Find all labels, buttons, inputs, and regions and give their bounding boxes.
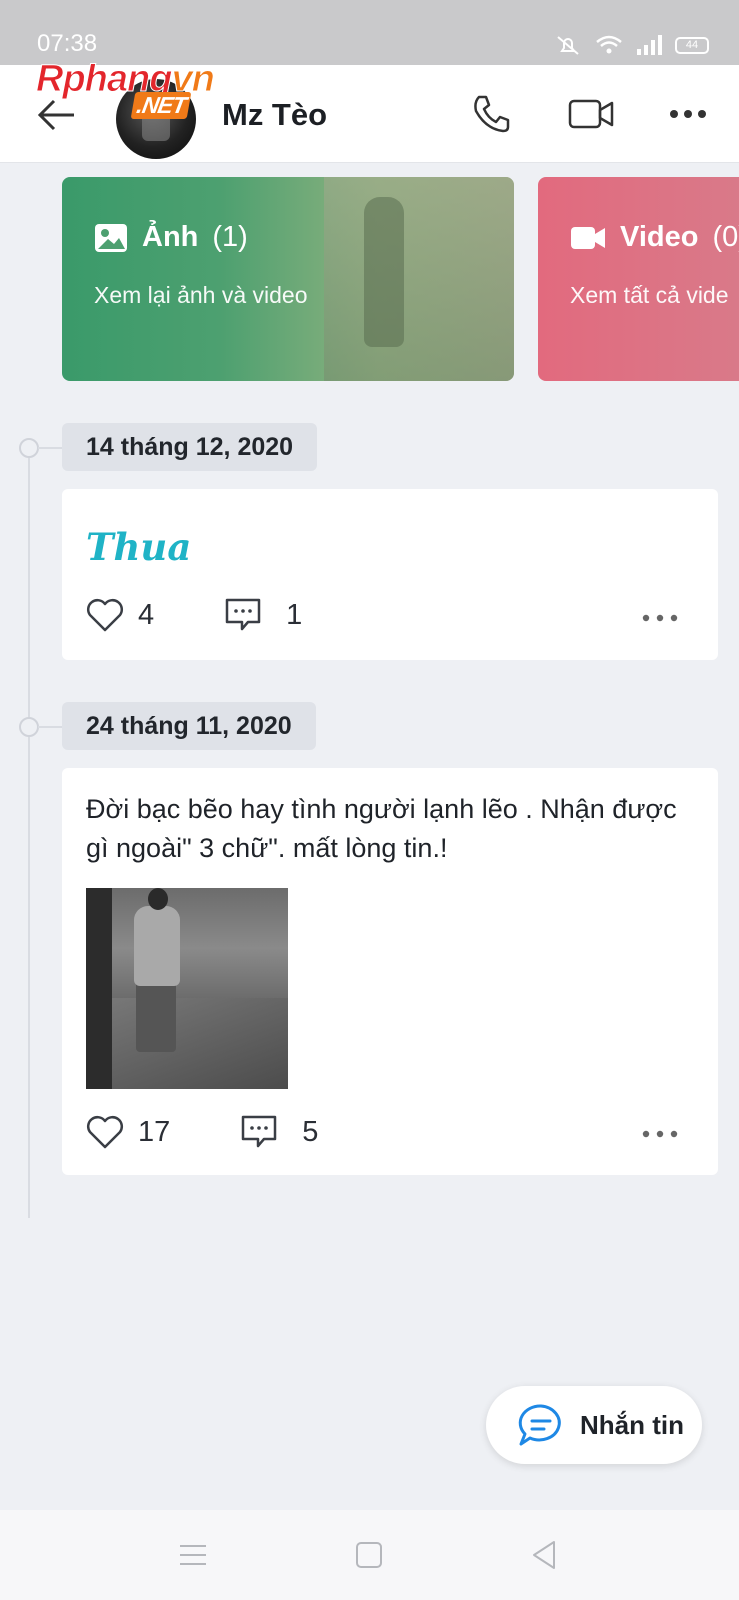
photos-card-subtitle: Xem lại ảnh và video (94, 282, 308, 308)
status-icons: 44 (553, 34, 709, 56)
photo-person-legs (136, 982, 176, 1052)
post-card[interactable]: Đời bạc bẽo hay tình người lạnh lẽo . Nh… (62, 768, 718, 1175)
post-text: Thua (86, 525, 192, 569)
battery-indicator: 44 (675, 36, 709, 54)
date-chip: 24 tháng 11, 2020 (62, 702, 316, 750)
post-actions: 17 5 (86, 1114, 318, 1150)
comment-button[interactable]: 1 (224, 597, 302, 633)
watermark-logo: Rphangvn .NET (35, 58, 215, 119)
post-text: Đời bạc bẽo hay tình người lạnh lẽo . Nh… (86, 794, 677, 863)
photos-card-title: Ảnh (1) (94, 221, 248, 254)
like-count: 17 (138, 1115, 171, 1148)
photo-wall (86, 888, 112, 1089)
photos-card-count: (1) (212, 221, 248, 253)
photo-person-head (148, 888, 168, 910)
heart-icon (87, 599, 123, 632)
post-more-icon[interactable] (640, 612, 680, 624)
chat-bubble-icon (518, 1404, 561, 1446)
date-chip: 14 tháng 12, 2020 (62, 423, 318, 471)
post-photo[interactable] (86, 888, 288, 1089)
post-card[interactable]: Thua 4 1 (62, 489, 718, 660)
comment-icon (225, 598, 261, 631)
comment-button[interactable]: 5 (240, 1114, 318, 1150)
videos-card-title: Video (0) (570, 221, 739, 254)
photo-road (86, 998, 288, 1089)
comment-count: 1 (286, 598, 303, 631)
phone-icon[interactable] (470, 93, 512, 135)
videos-card-label: Video (620, 221, 699, 253)
send-message-label: Nhắn tin (580, 1409, 684, 1440)
wifi-icon (596, 35, 622, 54)
more-options-icon[interactable] (666, 95, 710, 133)
heart-icon (87, 1116, 123, 1149)
photos-card-figure (364, 197, 404, 347)
photos-card-background (324, 177, 514, 381)
comment-icon (242, 1115, 277, 1148)
post-more-icon[interactable] (640, 1128, 680, 1140)
videos-card[interactable]: Video (0) Xem tất cả vide (538, 177, 739, 381)
like-button[interactable]: 4 (86, 598, 154, 632)
videos-card-count: (0) (712, 221, 739, 253)
contact-name[interactable]: Mz Tèo (222, 97, 327, 133)
video-icon (571, 226, 605, 249)
timeline-tick (38, 726, 62, 728)
video-call-icon[interactable] (568, 95, 614, 133)
photos-card[interactable]: Ảnh (1) Xem lại ảnh và video (62, 177, 514, 381)
mute-bell-icon (557, 36, 579, 55)
timeline-dot (19, 717, 39, 737)
status-bar: 07:38 44 (0, 0, 739, 65)
image-icon (95, 223, 127, 252)
like-button[interactable]: 17 (86, 1115, 170, 1149)
comment-count: 5 (302, 1115, 319, 1148)
photo-person-body (134, 906, 180, 986)
timeline-line (28, 450, 30, 1218)
timeline-tick (38, 447, 62, 449)
status-time: 07:38 (37, 30, 98, 57)
watermark-part3: .NET (130, 92, 192, 119)
videos-card-subtitle: Xem tất cả vide (570, 282, 729, 308)
back-triangle-icon[interactable] (528, 1538, 562, 1572)
system-nav-bar (0, 1510, 739, 1600)
signal-icon (637, 35, 662, 55)
photos-card-label: Ảnh (142, 221, 199, 253)
send-message-button[interactable]: Nhắn tin (486, 1386, 702, 1464)
timeline-dot (19, 438, 39, 458)
like-count: 4 (138, 598, 155, 631)
menu-icon[interactable] (176, 1538, 210, 1572)
post-actions: 4 1 (86, 597, 302, 633)
home-icon[interactable] (352, 1538, 386, 1572)
